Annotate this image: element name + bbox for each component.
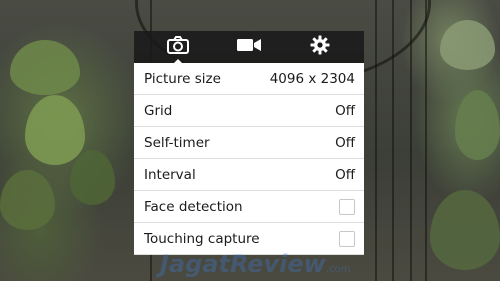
tab-video[interactable] <box>229 32 269 62</box>
face-detection-checkbox[interactable] <box>339 198 355 215</box>
video-camera-icon <box>236 37 262 57</box>
foliage <box>70 150 115 205</box>
setting-label: Interval <box>144 166 196 183</box>
foliage <box>25 95 85 165</box>
setting-label: Self-timer <box>144 134 210 151</box>
birdcage-bar <box>410 0 412 281</box>
setting-value: Off <box>335 102 355 119</box>
setting-value: 4096 x 2304 <box>269 70 355 87</box>
setting-face-detection[interactable]: Face detection <box>134 191 364 223</box>
setting-value: Off <box>335 166 355 183</box>
setting-touching-capture[interactable]: Touching capture <box>134 223 364 255</box>
setting-label: Touching capture <box>144 230 260 247</box>
foliage <box>10 40 80 95</box>
settings-list: Picture size 4096 x 2304 Grid Off Self-t… <box>134 63 364 255</box>
gear-icon <box>310 35 330 59</box>
birdcage-bar <box>425 0 427 281</box>
camera-icon <box>166 36 189 58</box>
setting-picture-size[interactable]: Picture size 4096 x 2304 <box>134 63 364 95</box>
setting-label: Grid <box>144 102 173 119</box>
tab-camera[interactable] <box>158 32 198 62</box>
birdcage-bar <box>375 0 377 281</box>
foliage <box>0 170 55 230</box>
setting-grid[interactable]: Grid Off <box>134 95 364 127</box>
setting-value: Off <box>335 134 355 151</box>
birdcage-bar <box>392 0 394 281</box>
setting-label: Picture size <box>144 70 221 87</box>
setting-label: Face detection <box>144 198 243 215</box>
foliage <box>455 90 500 160</box>
foliage <box>430 190 500 270</box>
tab-settings[interactable] <box>300 32 340 62</box>
foliage <box>440 20 495 70</box>
setting-interval[interactable]: Interval Off <box>134 159 364 191</box>
setting-self-timer[interactable]: Self-timer Off <box>134 127 364 159</box>
camera-settings-panel: Picture size 4096 x 2304 Grid Off Self-t… <box>134 31 364 281</box>
touching-capture-checkbox[interactable] <box>339 230 355 247</box>
settings-tab-bar <box>134 31 364 63</box>
